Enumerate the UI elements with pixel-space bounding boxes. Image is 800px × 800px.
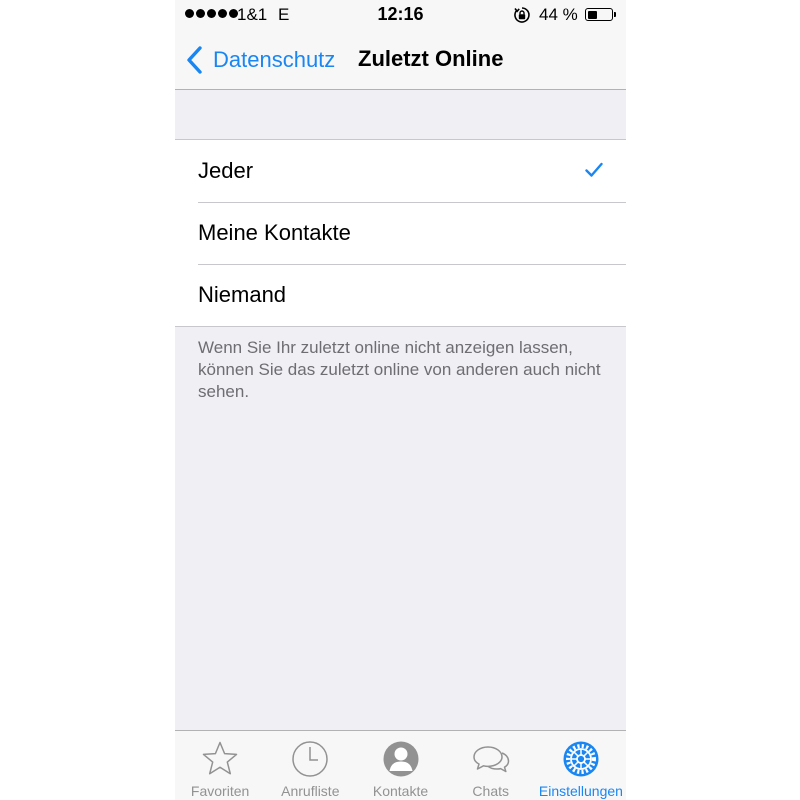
- tab-label: Chats: [472, 783, 509, 799]
- star-icon: [202, 741, 238, 775]
- status-bar: 1&1 E 12:16 44 %: [175, 0, 626, 30]
- tab-label: Favoriten: [190, 783, 250, 799]
- clock-icon: [292, 741, 329, 777]
- navigation-bar: Datenschutz Zuletzt Online: [175, 30, 626, 90]
- contact-icon: [383, 741, 418, 777]
- phone-screen: 1&1 E 12:16 44 % Datenschutz Zuletzt Onl…: [175, 0, 626, 800]
- rotation-lock-icon: [514, 7, 530, 23]
- battery-icon: [585, 8, 613, 21]
- option-label: Niemand: [198, 282, 287, 307]
- tab-einstellungen[interactable]: Einstellungen: [536, 731, 626, 800]
- option-niemand[interactable]: Niemand: [175, 264, 626, 326]
- page-title: Zuletzt Online: [358, 46, 504, 71]
- tab-kontakte[interactable]: Kontakte: [355, 731, 445, 800]
- visibility-options-list: Jeder Meine Kontakte Niemand: [175, 139, 626, 327]
- battery-percentage: 44 %: [539, 5, 578, 24]
- tab-anrufliste[interactable]: Anrufliste: [265, 731, 355, 800]
- tab-bar: Favoriten Anrufliste Kontakte Chats Eins…: [175, 730, 626, 800]
- back-button[interactable]: Datenschutz: [185, 42, 335, 78]
- tab-label: Anrufliste: [281, 783, 340, 799]
- tab-label: Kontakte: [372, 783, 429, 799]
- option-jeder[interactable]: Jeder: [175, 140, 626, 202]
- tab-label: Einstellungen: [538, 783, 623, 799]
- option-meine-kontakte[interactable]: Meine Kontakte: [175, 202, 626, 264]
- tab-chats[interactable]: Chats: [446, 731, 536, 800]
- chevron-left-icon: [187, 46, 202, 74]
- chat-bubbles-icon: [472, 746, 509, 773]
- option-label: Meine Kontakte: [198, 220, 351, 245]
- section-footer-note: Wenn Sie Ihr zuletzt online nicht anzeig…: [198, 338, 601, 401]
- back-button-label: Datenschutz: [213, 47, 336, 72]
- option-label: Jeder: [198, 158, 254, 183]
- battery-level-fill: [587, 10, 598, 19]
- tab-favoriten[interactable]: Favoriten: [175, 731, 265, 800]
- checkmark-icon: [585, 162, 603, 177]
- gear-icon: [563, 741, 599, 777]
- battery-tip: [614, 12, 616, 17]
